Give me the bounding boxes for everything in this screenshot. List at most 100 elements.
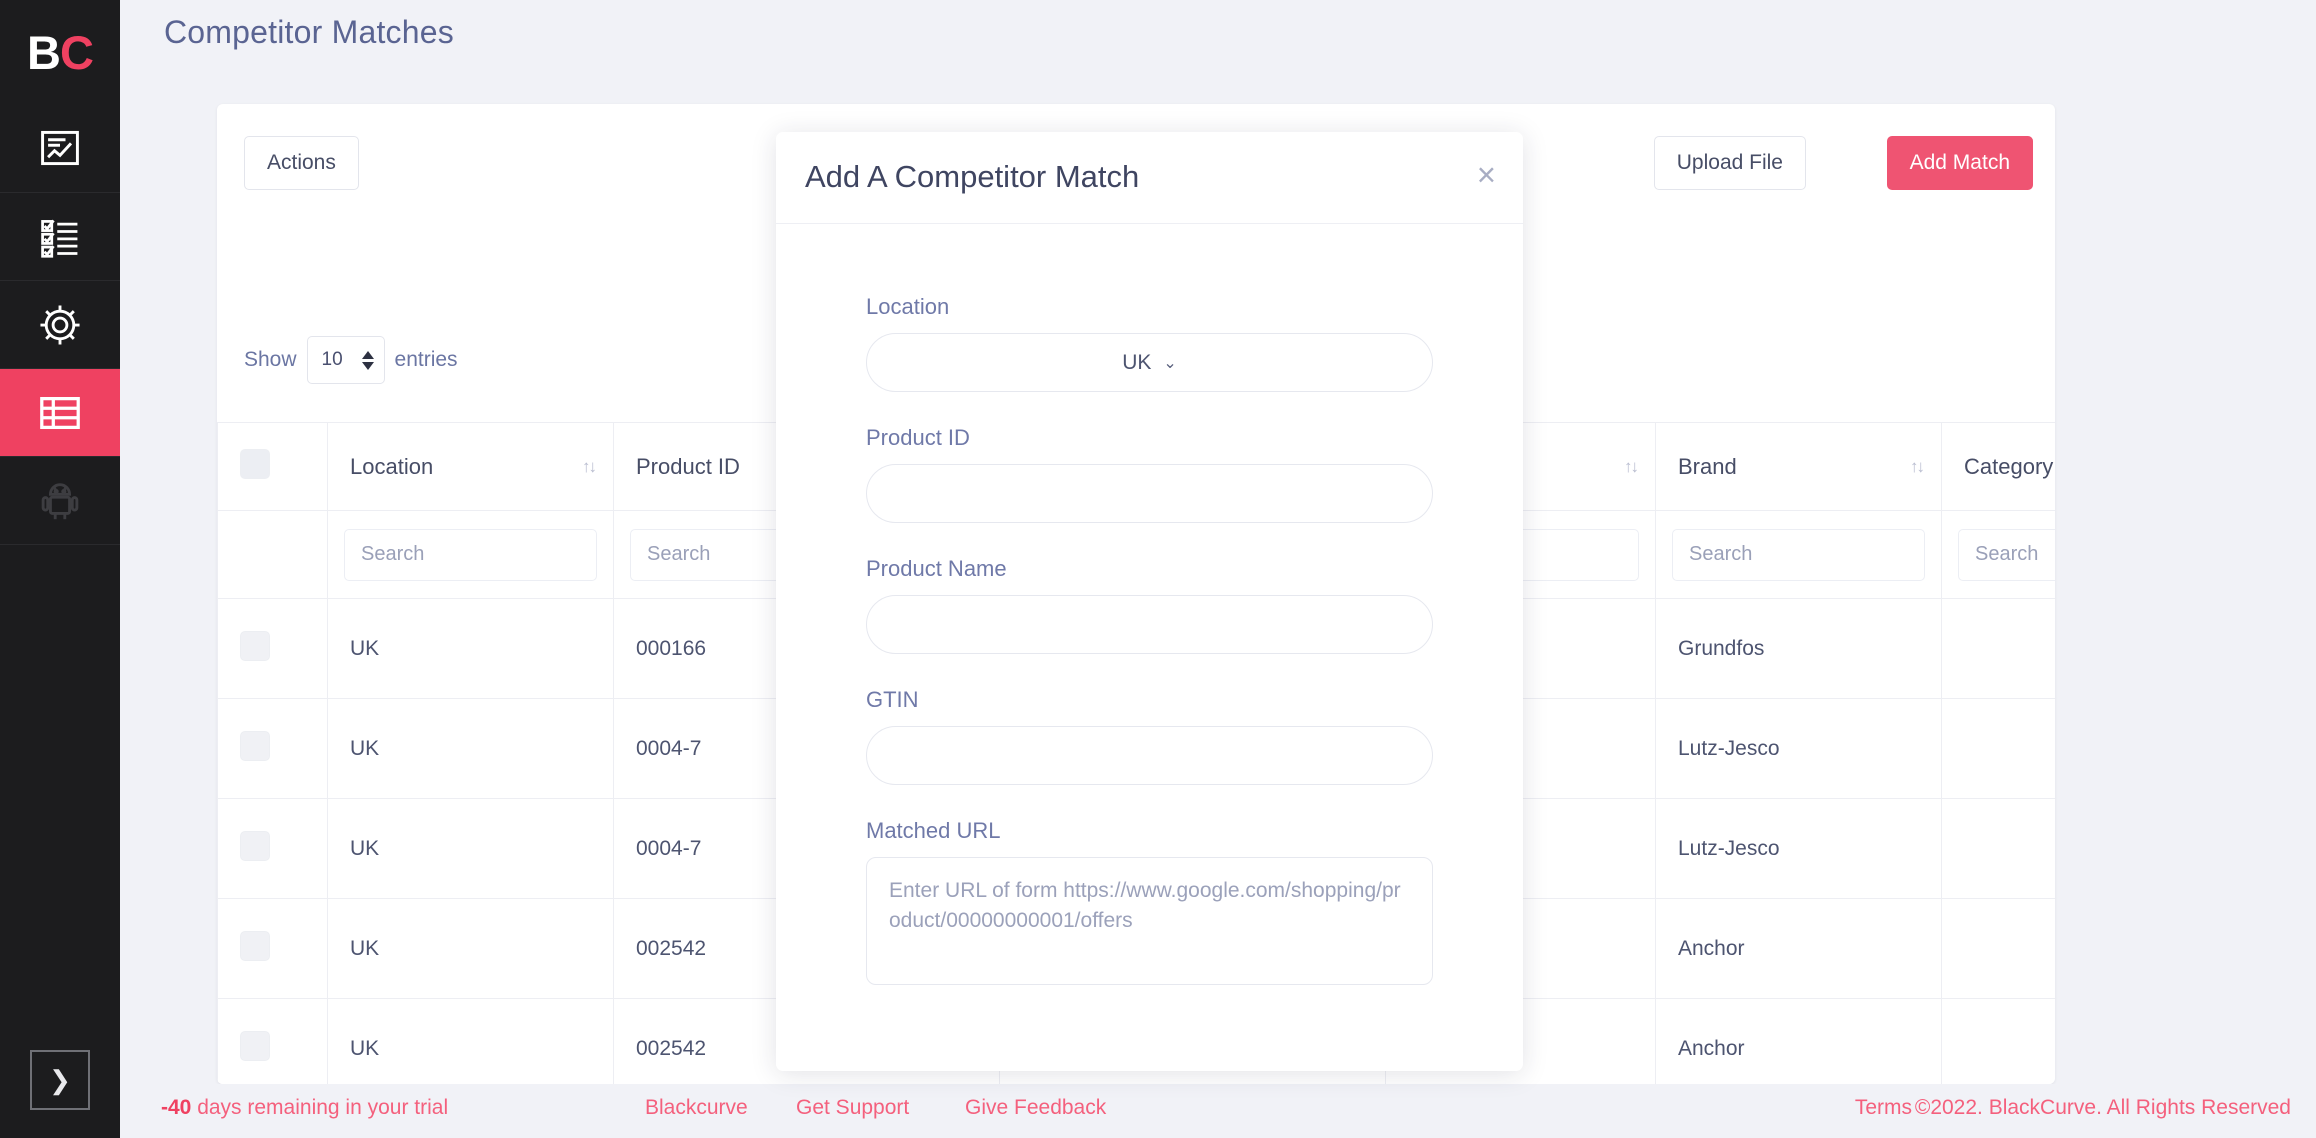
cell-brand: Anchor	[1655, 998, 1942, 1084]
row-checkbox[interactable]	[240, 1030, 270, 1061]
row-checkbox[interactable]	[240, 730, 270, 761]
column-label: Category	[1964, 453, 2054, 479]
field-location: Location UK ⌄	[866, 294, 1433, 392]
entries-per-page-value: 10	[321, 349, 343, 370]
filter-cell-brand: Search	[1655, 510, 1942, 599]
sidebar-item-settings[interactable]	[0, 280, 120, 368]
row-select-cell	[217, 798, 328, 899]
label-gtin: GTIN	[866, 687, 919, 712]
location-select[interactable]: UK ⌄	[866, 333, 1433, 392]
cell-category	[1941, 998, 2055, 1084]
upload-file-button[interactable]: Upload File	[1653, 136, 1806, 190]
chevron-right-icon: ❯	[49, 1065, 71, 1095]
select-all-header	[217, 422, 328, 511]
logo-c: C	[60, 25, 94, 79]
column-label: Location	[350, 453, 434, 479]
gtin-input[interactable]	[866, 726, 1433, 785]
sidebar-item-bot[interactable]	[0, 456, 120, 544]
add-competitor-match-dialog: Add A Competitor Match × Location UK ⌄ P…	[776, 132, 1523, 1071]
add-match-button[interactable]: Add Match	[1886, 136, 2033, 190]
cell-location: UK	[327, 998, 614, 1084]
sidebar-spacer	[0, 544, 120, 1138]
sidebar-item-reports[interactable]	[0, 104, 120, 192]
cell-category	[1941, 598, 2055, 699]
field-product-name: Product Name	[866, 556, 1433, 654]
dialog-body: Location UK ⌄ Product ID Product Name GT…	[776, 224, 1523, 1071]
close-icon[interactable]: ×	[1477, 158, 1496, 191]
filter-cell-empty	[217, 510, 328, 599]
row-select-cell	[217, 898, 328, 999]
footer-link-blackcurve[interactable]: Blackcurve	[645, 1096, 748, 1120]
trial-status: -40 days remaining in your trial	[161, 1096, 448, 1120]
page-title: Competitor Matches	[164, 14, 454, 50]
row-checkbox[interactable]	[240, 930, 270, 961]
column-label: Brand	[1678, 453, 1737, 479]
sidebar-item-competitor-matches[interactable]	[0, 368, 120, 456]
report-chart-icon	[38, 126, 82, 170]
search-input-location[interactable]: Search	[344, 528, 597, 581]
footer-link-give-feedback[interactable]: Give Feedback	[965, 1096, 1106, 1120]
gear-icon	[37, 302, 83, 348]
logo[interactable]: BC	[0, 0, 120, 104]
label-location: Location	[866, 294, 950, 319]
footer-link-get-support[interactable]: Get Support	[796, 1096, 909, 1120]
search-input-category[interactable]: Search	[1958, 528, 2055, 581]
dialog-title: Add A Competitor Match	[805, 159, 1140, 194]
sidebar: BC ❯	[0, 0, 120, 1138]
column-label: Product ID	[636, 453, 740, 479]
cell-category	[1941, 798, 2055, 899]
label-product-id: Product ID	[866, 425, 970, 450]
checklist-icon	[38, 215, 82, 259]
sort-icon[interactable]: ↑↓	[582, 457, 597, 477]
field-product-id: Product ID	[866, 425, 1433, 523]
entries-per-page-select[interactable]: 10	[306, 336, 385, 384]
cell-location: UK	[327, 598, 614, 699]
robot-icon	[37, 478, 83, 524]
search-input-brand[interactable]: Search	[1672, 528, 1925, 581]
column-header-brand[interactable]: Brand ↑↓	[1655, 422, 1942, 511]
cell-brand: Grundfos	[1655, 598, 1942, 699]
location-selected-value: UK	[1122, 350, 1152, 374]
show-entries-control: Show 10 entries	[244, 336, 458, 384]
cell-category	[1941, 698, 2055, 799]
product-name-input[interactable]	[866, 595, 1433, 654]
cell-brand: Anchor	[1655, 898, 1942, 999]
chevron-down-icon: ⌄	[1163, 354, 1177, 372]
trial-days-count: -40	[161, 1096, 192, 1119]
product-id-input[interactable]	[866, 464, 1433, 523]
cell-brand: Lutz-Jesco	[1655, 798, 1942, 899]
row-checkbox[interactable]	[240, 630, 270, 661]
trial-status-text: days remaining in your trial	[191, 1096, 449, 1119]
matched-url-textarea[interactable]: Enter URL of form https://www.google.com…	[866, 857, 1433, 985]
stepper-arrows-icon	[361, 350, 374, 370]
row-checkbox[interactable]	[240, 830, 270, 861]
filter-cell-category: Search	[1941, 510, 2055, 599]
show-entries-prefix: Show	[244, 348, 297, 371]
cell-location: UK	[327, 698, 614, 799]
field-gtin: GTIN	[866, 687, 1433, 785]
column-header-category[interactable]: Category ↑↓	[1941, 422, 2055, 511]
show-entries-suffix: entries	[394, 348, 458, 371]
select-all-checkbox[interactable]	[240, 448, 270, 479]
field-matched-url: Matched URL Enter URL of form https://ww…	[866, 818, 1433, 985]
actions-button[interactable]: Actions	[244, 136, 359, 190]
row-select-cell	[217, 998, 328, 1084]
footer-copyright: ©2022. BlackCurve. All Rights Reserved	[1914, 1096, 2291, 1119]
sort-icon[interactable]: ↑↓	[1624, 457, 1639, 477]
cell-location: UK	[327, 898, 614, 999]
cell-category	[1941, 898, 2055, 999]
page-footer: -40 days remaining in your trial Blackcu…	[120, 1084, 2316, 1138]
cell-brand: Lutz-Jesco	[1655, 698, 1942, 799]
row-select-cell	[217, 598, 328, 699]
sidebar-collapse-button[interactable]: ❯	[30, 1050, 90, 1110]
logo-b: B	[27, 25, 61, 79]
row-select-cell	[217, 698, 328, 799]
sidebar-item-rules[interactable]	[0, 192, 120, 280]
label-matched-url: Matched URL	[866, 818, 1001, 843]
footer-link-terms[interactable]: Terms	[1855, 1096, 1912, 1120]
sort-icon[interactable]: ↑↓	[1910, 457, 1925, 477]
app-root: BC ❯ Competitor Matches Actions Upload F…	[0, 0, 2316, 1138]
column-header-location[interactable]: Location ↑↓	[327, 422, 614, 511]
cell-location: UK	[327, 798, 614, 899]
filter-cell-location: Search	[327, 510, 614, 599]
